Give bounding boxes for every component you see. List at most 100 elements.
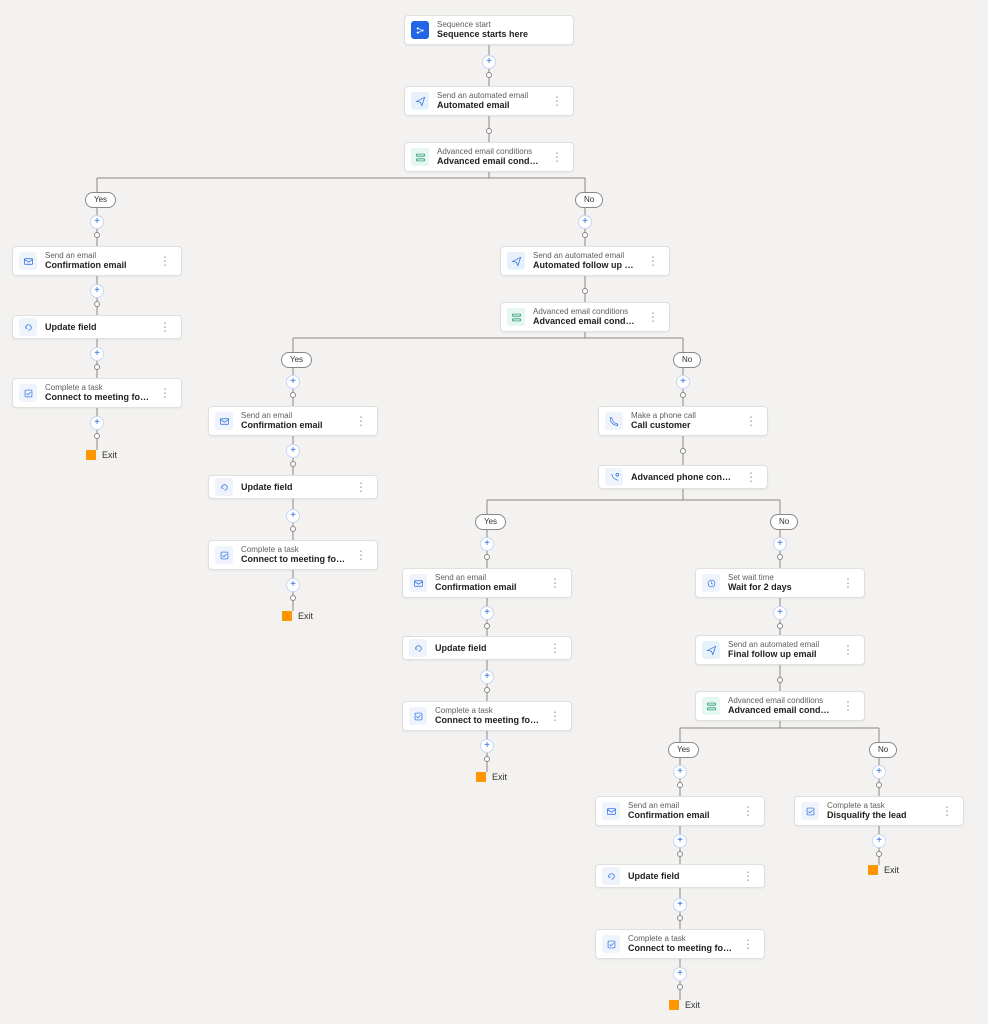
more-icon[interactable]: ⋮ (547, 709, 563, 723)
more-icon[interactable]: ⋮ (840, 643, 856, 657)
task-main: Connect to meeting for product demo r... (45, 392, 149, 402)
more-icon[interactable]: ⋮ (939, 804, 955, 818)
more-icon[interactable]: ⋮ (740, 804, 756, 818)
more-icon[interactable]: ⋮ (547, 576, 563, 590)
add-step-button[interactable]: + (90, 215, 104, 229)
more-icon[interactable]: ⋮ (743, 414, 759, 428)
sequence-start-icon (411, 21, 429, 39)
add-step-button[interactable]: + (286, 578, 300, 592)
connector-dot (876, 782, 882, 788)
final-main: Final follow up email (728, 649, 832, 659)
update-field-card-3[interactable]: Update field ⋮ (402, 636, 572, 660)
send-email-card-4[interactable]: Send an email Confirmation email ⋮ (595, 796, 765, 826)
phone-call-card[interactable]: Make a phone call Call customer ⋮ (598, 406, 768, 436)
add-step-button[interactable]: + (480, 670, 494, 684)
add-step-button[interactable]: + (480, 739, 494, 753)
update-field-card-2[interactable]: Update field ⋮ (208, 475, 378, 499)
add-step-button[interactable]: + (676, 375, 690, 389)
complete-task-card[interactable]: Complete a task Connect to meeting for p… (12, 378, 182, 408)
more-icon[interactable]: ⋮ (840, 576, 856, 590)
add-step-button[interactable]: + (286, 444, 300, 458)
disq-main: Disqualify the lead (827, 810, 931, 820)
update-icon (602, 867, 620, 885)
more-icon[interactable]: ⋮ (157, 320, 173, 334)
more-icon[interactable]: ⋮ (547, 641, 563, 655)
task-icon (409, 707, 427, 725)
add-step-button[interactable]: + (872, 765, 886, 779)
more-icon[interactable]: ⋮ (157, 386, 173, 400)
task-icon (19, 384, 37, 402)
more-icon[interactable]: ⋮ (549, 150, 565, 164)
conditions-icon (507, 308, 525, 326)
exit-marker: Exit (282, 611, 313, 621)
add-step-button[interactable]: + (480, 606, 494, 620)
add-step-button[interactable]: + (480, 537, 494, 551)
more-icon[interactable]: ⋮ (645, 310, 661, 324)
add-step-button[interactable]: + (773, 537, 787, 551)
exit-marker: Exit (86, 450, 117, 460)
connector-dot (582, 288, 588, 294)
update-field-card-4[interactable]: Update field ⋮ (595, 864, 765, 888)
add-step-button[interactable]: + (286, 509, 300, 523)
complete-task-card-2[interactable]: Complete a task Connect to meeting for p… (208, 540, 378, 570)
connector-dot (484, 687, 490, 693)
more-icon[interactable]: ⋮ (740, 869, 756, 883)
more-icon[interactable]: ⋮ (740, 937, 756, 951)
cond1-sub: Advanced email conditions (437, 147, 541, 156)
sequence-start-card[interactable]: Sequence start Sequence starts here (404, 15, 574, 45)
connector-dot (680, 392, 686, 398)
add-step-button[interactable]: + (578, 215, 592, 229)
more-icon[interactable]: ⋮ (353, 480, 369, 494)
add-step-button[interactable]: + (773, 606, 787, 620)
update-field-card[interactable]: Update field ⋮ (12, 315, 182, 339)
add-step-button[interactable]: + (872, 834, 886, 848)
more-icon[interactable]: ⋮ (840, 699, 856, 713)
cond3-main: Advanced email conditions (728, 705, 832, 715)
add-step-button[interactable]: + (482, 55, 496, 69)
advanced-conditions-card[interactable]: Advanced email conditions Advanced email… (404, 142, 574, 172)
update-icon (215, 478, 233, 496)
complete-task-card-4[interactable]: Complete a task Connect to meeting for p… (595, 929, 765, 959)
advanced-phone-condition-card[interactable]: Advanced phone condition ⋮ (598, 465, 768, 489)
automated-followup-card[interactable]: Send an automated email Automated follow… (500, 246, 670, 276)
disqualify-card[interactable]: Complete a task Disqualify the lead ⋮ (794, 796, 964, 826)
start-main: Sequence starts here (437, 29, 565, 39)
wait-card[interactable]: Set wait time Wait for 2 days ⋮ (695, 568, 865, 598)
complete-task-card-3[interactable]: Complete a task Connect to meeting for p… (402, 701, 572, 731)
connector-dot (484, 554, 490, 560)
send-email-card[interactable]: Send an email Confirmation email ⋮ (12, 246, 182, 276)
more-icon[interactable]: ⋮ (353, 414, 369, 428)
send-email-card-3[interactable]: Send an email Confirmation email ⋮ (402, 568, 572, 598)
final-followup-card[interactable]: Send an automated email Final follow up … (695, 635, 865, 665)
add-step-button[interactable]: + (90, 347, 104, 361)
more-icon[interactable]: ⋮ (157, 254, 173, 268)
add-step-button[interactable]: + (673, 898, 687, 912)
automated-email-card[interactable]: Send an automated email Automated email … (404, 86, 574, 116)
connector-dot (677, 984, 683, 990)
add-step-button[interactable]: + (90, 284, 104, 298)
connector-dot (94, 301, 100, 307)
no-pill: No (575, 192, 603, 208)
send-email-card-2[interactable]: Send an email Confirmation email ⋮ (208, 406, 378, 436)
more-icon[interactable]: ⋮ (549, 94, 565, 108)
add-step-button[interactable]: + (286, 375, 300, 389)
exit-marker: Exit (868, 865, 899, 875)
connector-dot (876, 851, 882, 857)
advanced-conditions-card-2[interactable]: Advanced email conditions Advanced email… (500, 302, 670, 332)
more-icon[interactable]: ⋮ (353, 548, 369, 562)
phone-main: Call customer (631, 420, 735, 430)
more-icon[interactable]: ⋮ (645, 254, 661, 268)
add-step-button[interactable]: + (90, 416, 104, 430)
more-icon[interactable]: ⋮ (743, 470, 759, 484)
advanced-conditions-card-3[interactable]: Advanced email conditions Advanced email… (695, 691, 865, 721)
connector-dot (94, 364, 100, 370)
cond3-sub: Advanced email conditions (728, 696, 832, 705)
add-step-button[interactable]: + (673, 834, 687, 848)
connector-dot (484, 623, 490, 629)
phone-icon (605, 412, 623, 430)
yes-pill: Yes (85, 192, 116, 208)
task-icon (801, 802, 819, 820)
add-step-button[interactable]: + (673, 967, 687, 981)
add-step-button[interactable]: + (673, 765, 687, 779)
connector-dot (677, 782, 683, 788)
